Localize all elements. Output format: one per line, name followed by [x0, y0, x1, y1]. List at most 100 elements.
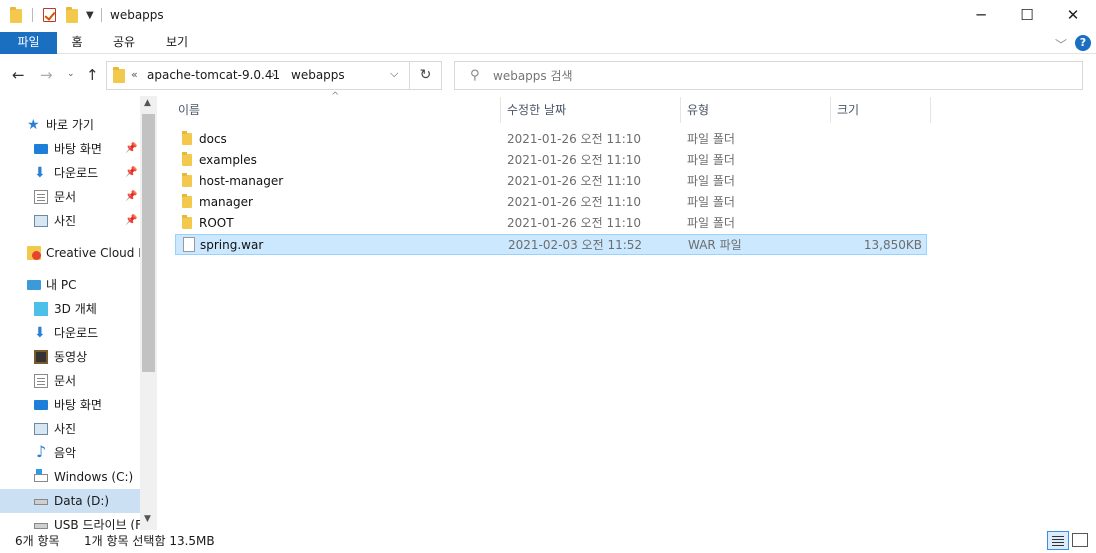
up-button[interactable]: ↑	[86, 66, 99, 84]
document-icon	[34, 374, 48, 388]
scroll-down-icon[interactable]: ▼	[144, 514, 151, 524]
file-row-root[interactable]: ROOT 2021-01-26 오전 11:10 파일 폴더	[175, 213, 927, 234]
large-icons-view-button[interactable]	[1072, 533, 1088, 547]
nav-item-pc-pictures[interactable]: 사진	[0, 417, 140, 441]
forward-button[interactable]: →	[40, 66, 53, 84]
pin-icon[interactable]: 📌	[125, 161, 137, 185]
close-button[interactable]: ✕	[1050, 0, 1096, 32]
tab-view[interactable]: 보기	[152, 32, 202, 54]
recent-locations-icon[interactable]: ⌄	[67, 69, 75, 79]
nav-item-pc-downloads[interactable]: 다운로드	[0, 321, 140, 345]
document-icon	[34, 190, 48, 204]
item-count: 6개 항목	[15, 534, 60, 548]
nav-item-music[interactable]: 음악	[0, 441, 140, 465]
video-icon	[34, 350, 48, 364]
new-folder-icon[interactable]	[66, 7, 78, 23]
nav-item-usb-drive[interactable]: USB 드라이브 (F	[0, 513, 140, 530]
maximize-button[interactable]: ☐	[1004, 0, 1050, 32]
tab-share[interactable]: 공유	[102, 32, 146, 54]
file-row-spring-war[interactable]: spring.war 2021-02-03 오전 11:52 WAR 파일 13…	[175, 234, 927, 255]
expand-ribbon-icon[interactable]: ﹀	[1055, 36, 1067, 53]
column-divider[interactable]	[830, 97, 831, 123]
back-button[interactable]: ←	[12, 66, 25, 84]
nav-item-downloads[interactable]: 다운로드 📌	[0, 161, 140, 185]
creative-cloud-icon	[27, 246, 41, 260]
breadcrumb-apache-tomcat[interactable]: apache-tomcat-9.0.41	[147, 68, 280, 82]
nav-label: 바탕 화면	[54, 398, 102, 412]
file-type: WAR 파일	[688, 238, 742, 252]
tab-file[interactable]: 파일	[0, 32, 57, 54]
column-header-type[interactable]: 유형	[687, 97, 709, 125]
search-box[interactable]: ⚲	[454, 61, 1083, 90]
nav-scrollbar-thumb[interactable]	[142, 114, 155, 372]
breadcrumb-webapps[interactable]: webapps	[291, 68, 345, 82]
column-header-size[interactable]: 크기	[837, 97, 859, 125]
file-row-docs[interactable]: docs 2021-01-26 오전 11:10 파일 폴더	[175, 129, 927, 150]
column-divider[interactable]	[500, 97, 501, 123]
file-type: 파일 폴더	[687, 153, 735, 167]
pin-icon[interactable]: 📌	[125, 137, 137, 161]
navigation-pane[interactable]: 바로 가기 바탕 화면 📌 다운로드 📌 문서 📌 사진 📌 Creative …	[0, 96, 158, 530]
file-date: 2021-02-03 오전 11:52	[508, 238, 643, 252]
title-bar: ▼ webapps ─ ☐ ✕	[0, 0, 1096, 32]
folder-icon	[10, 7, 22, 23]
file-name: docs	[199, 132, 227, 146]
file-row-host-manager[interactable]: host-manager 2021-01-26 오전 11:10 파일 폴더	[175, 171, 927, 192]
minimize-button[interactable]: ─	[958, 0, 1004, 32]
pin-icon[interactable]: 📌	[125, 185, 137, 209]
nav-item-pc-documents[interactable]: 문서	[0, 369, 140, 393]
file-row-manager[interactable]: manager 2021-01-26 오전 11:10 파일 폴더	[175, 192, 927, 213]
nav-label: 문서	[54, 374, 77, 388]
nav-creative-cloud[interactable]: Creative Cloud Fil	[0, 241, 140, 265]
file-name: ROOT	[199, 216, 234, 230]
nav-item-pc-desktop[interactable]: 바탕 화면	[0, 393, 140, 417]
sort-ascending-icon: ^	[331, 91, 340, 102]
search-input[interactable]	[493, 67, 1053, 85]
nav-item-videos[interactable]: 동영상	[0, 345, 140, 369]
nav-label: 다운로드	[54, 166, 99, 180]
pin-icon[interactable]: 📌	[125, 209, 137, 233]
details-view-button[interactable]	[1047, 531, 1069, 550]
nav-label: 사진	[54, 214, 77, 228]
help-icon[interactable]: ?	[1075, 35, 1091, 51]
column-header-date[interactable]: 수정한 날짜	[507, 97, 566, 125]
windows-drive-icon	[34, 469, 48, 482]
chevron-down-icon[interactable]: ⌵	[390, 67, 398, 81]
nav-item-documents[interactable]: 문서 📌	[0, 185, 140, 209]
column-header-name[interactable]: 이름	[178, 97, 200, 125]
ribbon-tabs: 파일 홈 공유 보기 ﹀ ?	[0, 32, 1096, 54]
music-icon	[36, 441, 50, 464]
column-divider[interactable]	[930, 97, 931, 123]
nav-item-pictures[interactable]: 사진 📌	[0, 209, 140, 233]
properties-icon[interactable]	[43, 8, 56, 22]
scroll-up-icon[interactable]: ▲	[144, 98, 151, 108]
file-name: manager	[199, 195, 253, 209]
desktop-icon	[34, 144, 48, 154]
customize-toolbar-icon[interactable]: ▼	[86, 10, 94, 21]
tab-home[interactable]: 홈	[57, 32, 97, 54]
overflow-chevron[interactable]: «	[131, 68, 138, 81]
nav-item-desktop[interactable]: 바탕 화면 📌	[0, 137, 140, 161]
nav-label: Data (D:)	[54, 494, 110, 508]
column-divider[interactable]	[680, 97, 681, 123]
drive-icon	[34, 499, 48, 505]
pictures-icon	[34, 215, 48, 227]
computer-icon	[27, 280, 41, 290]
nav-label: Creative Cloud Fil	[46, 246, 140, 260]
file-name: examples	[199, 153, 257, 167]
address-bar[interactable]: « apache-tomcat-9.0.41 › webapps ⌵	[106, 61, 410, 90]
nav-label: 바로 가기	[46, 118, 94, 132]
nav-label: USB 드라이브 (F	[54, 518, 140, 530]
file-row-examples[interactable]: examples 2021-01-26 오전 11:10 파일 폴더	[175, 150, 927, 171]
nav-label: 바탕 화면	[54, 142, 102, 156]
toolbar-separator	[32, 8, 33, 22]
file-date: 2021-01-26 오전 11:10	[507, 216, 642, 230]
nav-quick-access[interactable]: 바로 가기	[0, 113, 140, 137]
desktop-icon	[34, 400, 48, 410]
nav-item-data-drive[interactable]: Data (D:)	[0, 489, 140, 513]
nav-item-3d-objects[interactable]: 3D 개체	[0, 297, 140, 321]
nav-item-windows-drive[interactable]: Windows (C:)	[0, 465, 140, 489]
nav-this-pc[interactable]: 내 PC	[0, 273, 140, 297]
refresh-button[interactable]: ↻	[410, 61, 442, 90]
breadcrumb-separator[interactable]: ›	[271, 68, 275, 81]
